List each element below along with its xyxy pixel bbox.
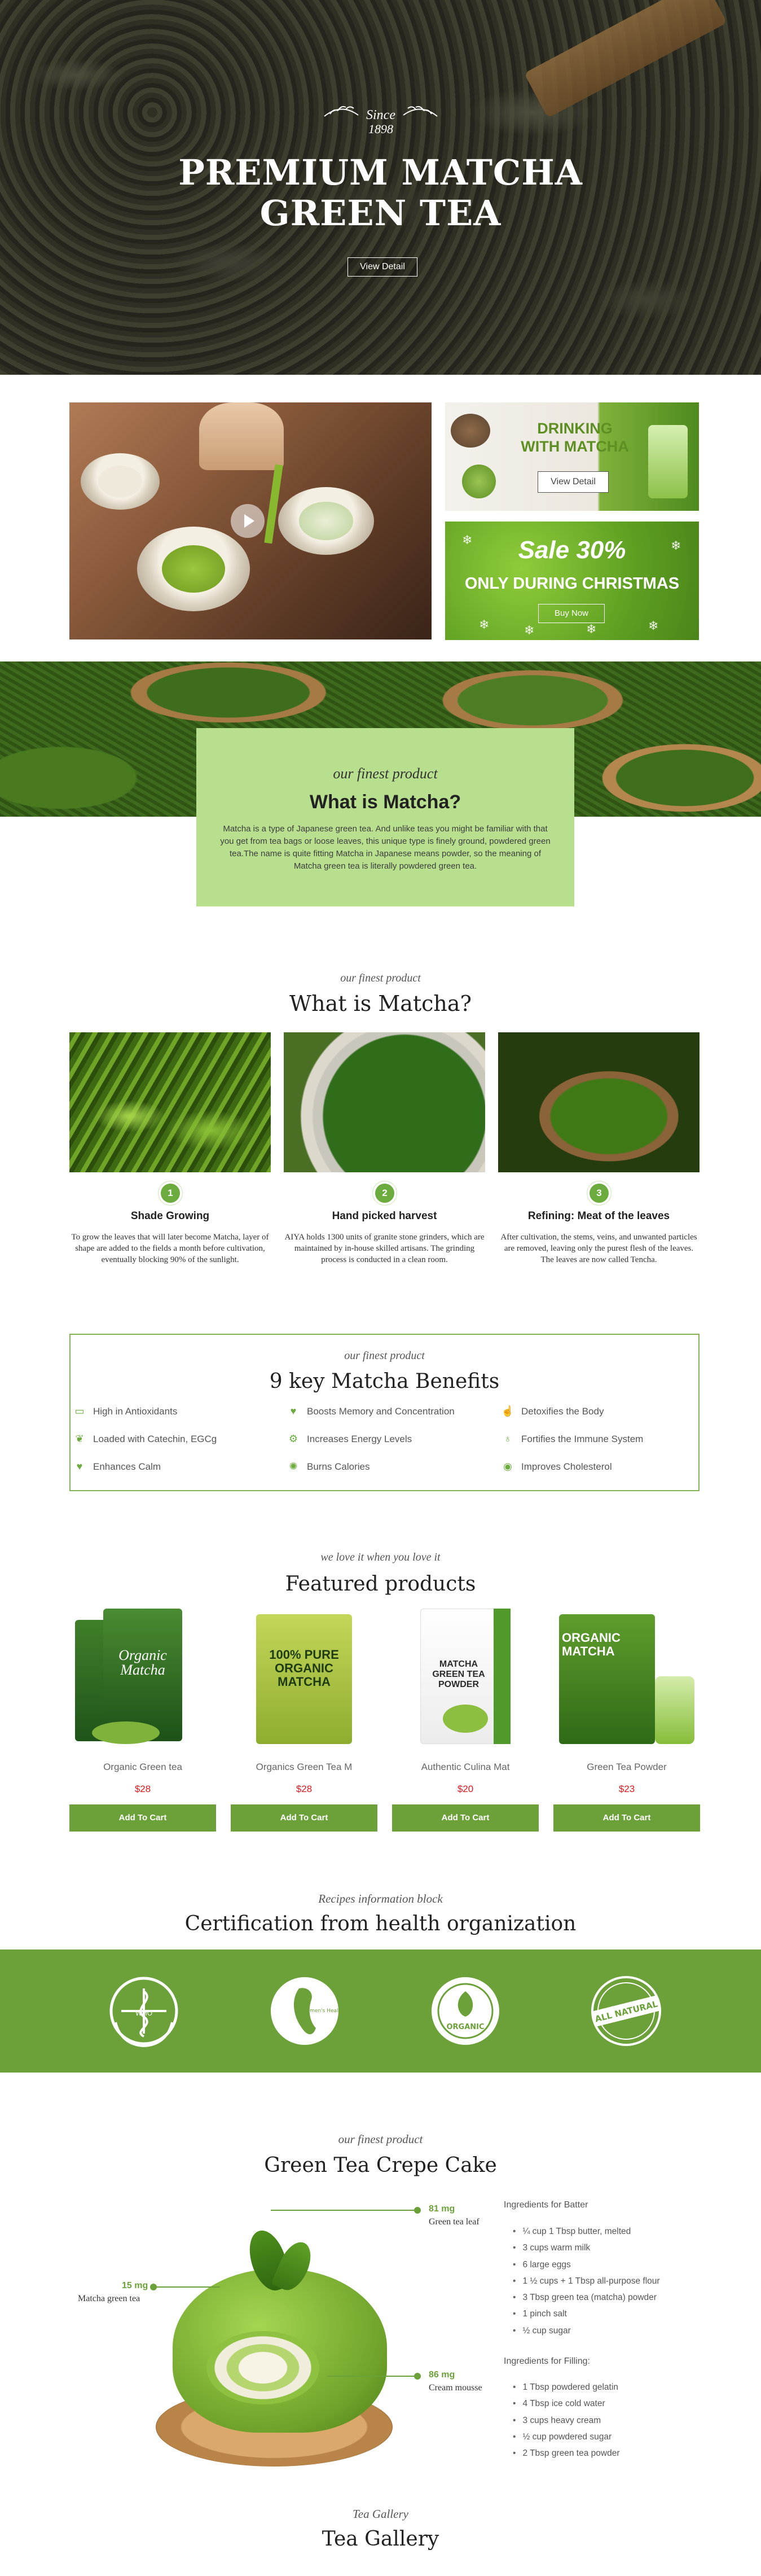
hero-banner: Since 1898 PREMIUM MATCHA GREEN TEA View… (0, 0, 761, 375)
since-label: Since (366, 108, 395, 122)
filling-list: 1 Tbsp powdered gelatin 4 Tbsp ice cold … (513, 2379, 620, 2461)
batter-list: ¼ cup 1 Tbsp butter, melted 3 cups warm … (513, 2223, 660, 2339)
list-item: ¼ cup 1 Tbsp butter, melted (513, 2223, 660, 2240)
since-year: 1898 (368, 122, 393, 136)
list-item: 1 ½ cups + 1 Tbsp all-purpose flour (513, 2273, 659, 2289)
list-item: ½ cup sugar (513, 2323, 660, 2339)
list-item: 2 Tbsp green tea powder (513, 2445, 619, 2461)
list-item: 4 Tbsp ice cold water (513, 2395, 620, 2412)
hero-view-detail-button[interactable]: View Detail (347, 257, 417, 277)
since-emblem: Since 1898 (319, 99, 443, 136)
hero-title: PREMIUM MATCHA GREEN TEA (178, 152, 583, 234)
list-item: 3 cups heavy cream (513, 2412, 620, 2429)
callout-lines (150, 2207, 421, 2380)
callout-value: 15 mg (122, 2281, 148, 2290)
list-item: 1 Tbsp powdered gelatin (513, 2379, 620, 2395)
callout-label: Cream mousse (429, 2383, 482, 2393)
list-item: 1 pinch salt (513, 2306, 660, 2322)
batter-heading: Ingredients for Batter (504, 2200, 588, 2210)
list-item: ½ cup powdered sugar (513, 2429, 620, 2445)
callout-label: Matcha green tea (78, 2294, 140, 2303)
callout-value: 81 mg (429, 2204, 455, 2214)
list-item: 3 cups warm milk (513, 2240, 660, 2256)
section-title: Tea Gallery (322, 2527, 439, 2551)
list-item: 6 large eggs (513, 2257, 660, 2273)
list-item: 3 Tbsp green tea (matcha) powder (513, 2289, 660, 2306)
filling-heading: Ingredients for Filling: (504, 2356, 590, 2366)
callout-label: Green tea leaf (429, 2217, 480, 2227)
callout-value: 86 mg (429, 2370, 455, 2380)
tagline: Tea Gallery (353, 2507, 408, 2521)
